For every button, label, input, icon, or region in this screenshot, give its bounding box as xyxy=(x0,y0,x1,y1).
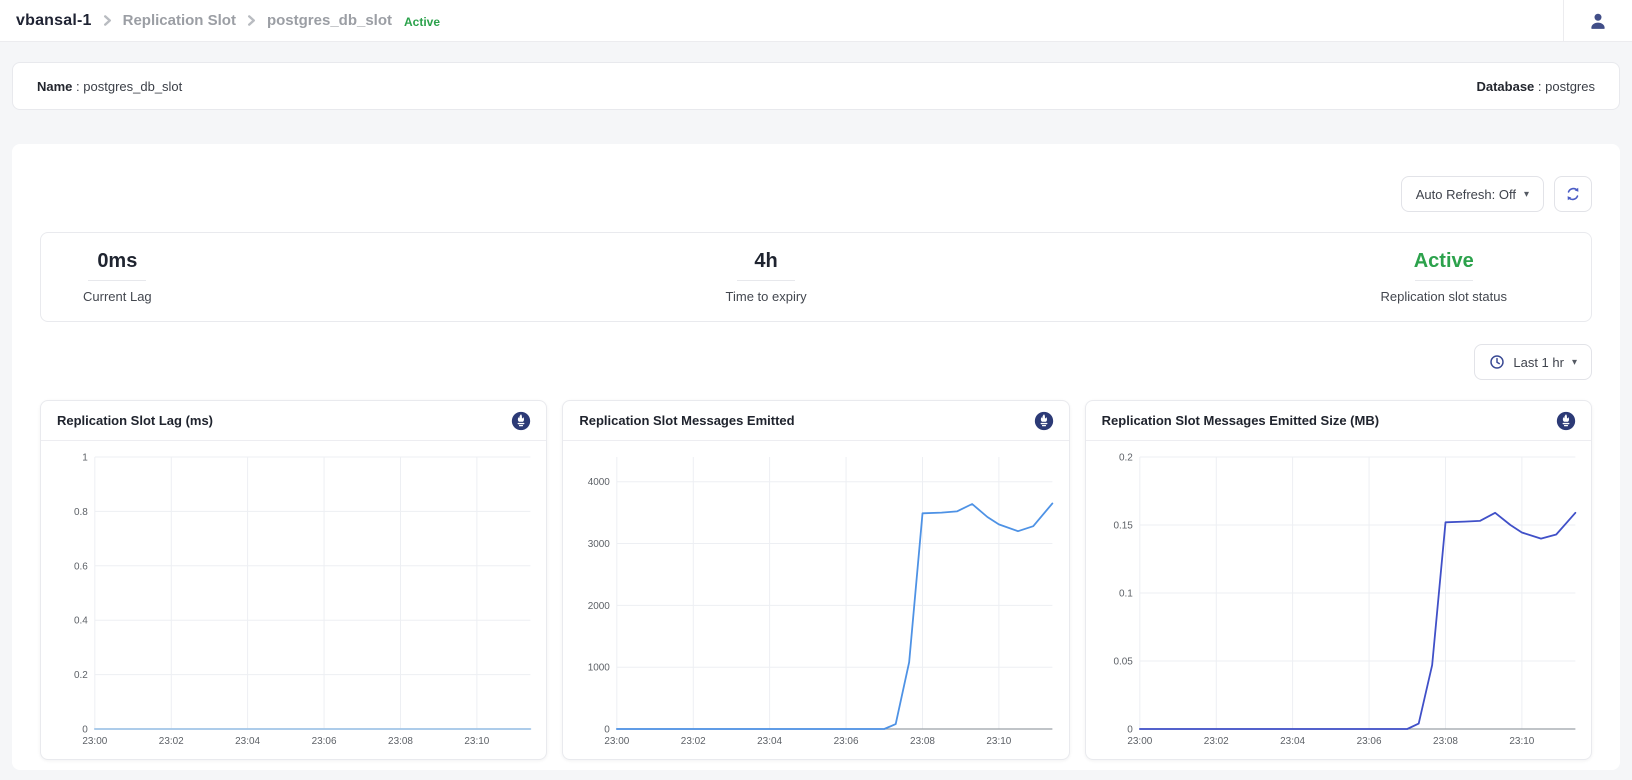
svg-text:23:08: 23:08 xyxy=(910,736,935,747)
chart-title: Replication Slot Messages Emitted xyxy=(579,413,794,428)
chart-header: Replication Slot Messages Emitted Size (… xyxy=(1086,401,1591,441)
svg-text:0: 0 xyxy=(82,724,88,735)
svg-text:23:06: 23:06 xyxy=(312,736,337,747)
slot-name-value: postgres_db_slot xyxy=(83,79,182,94)
breadcrumb-universe-link[interactable]: vbansal-1 xyxy=(16,12,92,30)
svg-text:0.15: 0.15 xyxy=(1113,520,1133,531)
svg-text:0.8: 0.8 xyxy=(74,507,88,518)
chart-card-messages-emitted-size: Replication Slot Messages Emitted Size (… xyxy=(1085,400,1592,760)
chevron-right-icon xyxy=(102,15,113,26)
svg-text:23:00: 23:00 xyxy=(605,736,630,747)
divider xyxy=(88,280,146,281)
replication-slot-page: vbansal-1 Replication Slot postgres_db_s… xyxy=(0,0,1632,780)
time-to-expiry-value: 4h xyxy=(754,251,777,271)
divider xyxy=(737,280,795,281)
svg-text:0.6: 0.6 xyxy=(74,561,88,572)
slot-database-value: postgres xyxy=(1545,79,1595,94)
svg-text:0.4: 0.4 xyxy=(74,616,88,627)
svg-text:23:00: 23:00 xyxy=(1127,736,1152,747)
messages-emitted-chart[interactable]: 23:00 23:02 23:04 23:06 23:08 23:10 4000 3000 20… xyxy=(563,441,1068,759)
divider xyxy=(1415,280,1473,281)
time-range-dropdown[interactable]: Last 1 hr ▾ xyxy=(1474,344,1592,380)
stat-current-lag: 0ms Current Lag xyxy=(83,251,152,304)
svg-text:23:04: 23:04 xyxy=(1280,736,1305,747)
svg-text:23:00: 23:00 xyxy=(82,736,107,747)
slot-database-field: Database : postgres xyxy=(1476,79,1595,94)
svg-text:23:02: 23:02 xyxy=(681,736,706,747)
metrics-panel: Auto Refresh: Off ▾ 0ms Current Lag 4h xyxy=(12,144,1620,770)
svg-text:23:10: 23:10 xyxy=(1509,736,1534,747)
svg-text:0.2: 0.2 xyxy=(1119,452,1133,463)
svg-text:23:10: 23:10 xyxy=(464,736,489,747)
svg-text:0: 0 xyxy=(605,724,611,735)
stat-slot-status: Active Replication slot status xyxy=(1381,251,1507,304)
replication-slot-lag-chart[interactable]: 23:00 23:02 23:04 23:06 23:08 23:10 1 0.8 0.6 0.4… xyxy=(41,441,546,759)
slot-name-field: Name : postgres_db_slot xyxy=(37,79,182,94)
svg-text:23:08: 23:08 xyxy=(1433,736,1458,747)
chevron-down-icon: ▾ xyxy=(1572,357,1577,368)
chart-header: Replication Slot Lag (ms) xyxy=(41,401,546,441)
charts-row: Replication Slot Lag (ms) 23:0023:0223:0… xyxy=(40,400,1592,760)
current-lag-label: Current Lag xyxy=(83,289,152,304)
chart-card-replication-slot-lag: Replication Slot Lag (ms) 23:0023:0223:0… xyxy=(40,400,547,760)
slot-info-bar: Name : postgres_db_slot Database : postg… xyxy=(12,62,1620,110)
auto-refresh-dropdown[interactable]: Auto Refresh: Off ▾ xyxy=(1401,176,1544,212)
breadcrumb-slot-name: postgres_db_slot xyxy=(267,12,392,29)
chart-title: Replication Slot Messages Emitted Size (… xyxy=(1102,413,1379,428)
svg-text:23:06: 23:06 xyxy=(834,736,859,747)
svg-text:0.05: 0.05 xyxy=(1113,656,1133,667)
slot-status-value: Active xyxy=(1414,251,1474,271)
svg-text:2000: 2000 xyxy=(588,601,611,612)
header-user-area xyxy=(1563,0,1632,41)
slot-status-label: Replication slot status xyxy=(1381,289,1507,304)
stat-time-to-expiry: 4h Time to expiry xyxy=(726,251,807,304)
svg-text:0.1: 0.1 xyxy=(1119,588,1133,599)
slot-database-label: Database xyxy=(1476,79,1534,94)
breadcrumb: vbansal-1 Replication Slot postgres_db_s… xyxy=(16,12,1563,30)
time-range-controls: Last 1 hr ▾ xyxy=(40,344,1592,380)
svg-text:23:04: 23:04 xyxy=(757,736,782,747)
prometheus-link-icon[interactable] xyxy=(510,410,532,432)
current-lag-value: 0ms xyxy=(97,251,137,271)
chart-card-messages-emitted: Replication Slot Messages Emitted 23:002… xyxy=(562,400,1069,760)
svg-text:23:10: 23:10 xyxy=(987,736,1012,747)
clock-icon xyxy=(1489,354,1505,370)
chart-title: Replication Slot Lag (ms) xyxy=(57,413,213,428)
breadcrumb-section[interactable]: Replication Slot xyxy=(123,12,236,29)
chart-header: Replication Slot Messages Emitted xyxy=(563,401,1068,441)
chevron-right-icon xyxy=(246,15,257,26)
slot-status-badge: Active xyxy=(404,13,440,29)
refresh-button[interactable] xyxy=(1554,176,1592,212)
svg-text:1: 1 xyxy=(82,452,88,463)
svg-text:0: 0 xyxy=(1127,724,1133,735)
messages-emitted-size-chart[interactable]: 23:00 23:02 23:04 23:06 23:08 23:10 0.2 0.15 0.1… xyxy=(1086,441,1591,759)
time-to-expiry-label: Time to expiry xyxy=(726,289,807,304)
svg-text:23:06: 23:06 xyxy=(1356,736,1381,747)
svg-text:3000: 3000 xyxy=(588,539,611,550)
refresh-controls: Auto Refresh: Off ▾ xyxy=(40,144,1592,212)
slot-name-label: Name xyxy=(37,79,72,94)
svg-text:4000: 4000 xyxy=(588,477,611,488)
svg-text:23:02: 23:02 xyxy=(159,736,184,747)
svg-text:0.2: 0.2 xyxy=(74,670,88,681)
slot-summary-card: 0ms Current Lag 4h Time to expiry Active… xyxy=(40,232,1592,322)
chevron-down-icon: ▾ xyxy=(1524,189,1529,200)
user-profile-icon[interactable] xyxy=(1588,11,1608,31)
svg-text:23:08: 23:08 xyxy=(388,736,413,747)
svg-text:23:04: 23:04 xyxy=(235,736,260,747)
svg-text:1000: 1000 xyxy=(588,663,611,674)
refresh-icon xyxy=(1564,185,1582,203)
prometheus-link-icon[interactable] xyxy=(1555,410,1577,432)
top-header-bar: vbansal-1 Replication Slot postgres_db_s… xyxy=(0,0,1632,42)
prometheus-link-icon[interactable] xyxy=(1033,410,1055,432)
svg-text:23:02: 23:02 xyxy=(1203,736,1228,747)
